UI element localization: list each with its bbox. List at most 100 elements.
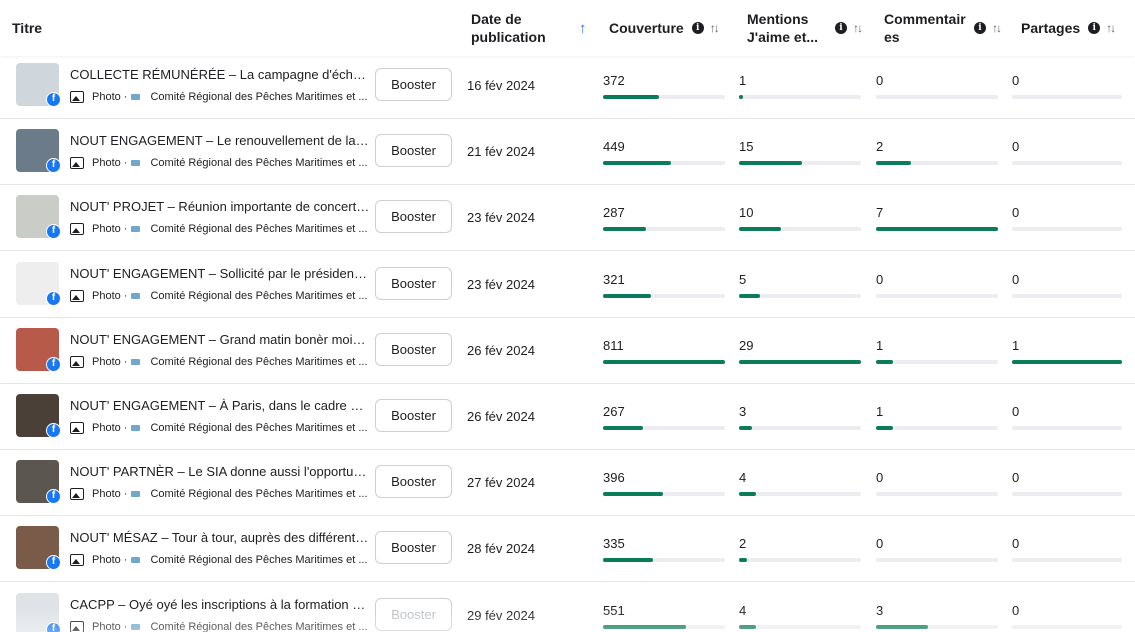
metric-reach-value: 335	[603, 536, 625, 552]
metric-likes: 10	[739, 205, 861, 232]
metric-shares-bar	[1012, 95, 1122, 99]
metric-reach-value: 449	[603, 139, 625, 155]
boost-button[interactable]: Booster	[375, 332, 452, 366]
column-comments-label: Commentaires	[884, 11, 966, 45]
metric-shares-bar	[1012, 492, 1122, 497]
boost-button[interactable]: Booster	[375, 134, 452, 168]
publication-date: 27 fév 2024	[467, 475, 535, 491]
boost-button[interactable]: Booster	[375, 266, 452, 300]
info-icon[interactable]: i	[691, 22, 704, 34]
boost-button[interactable]: Booster	[375, 465, 452, 499]
info-icon[interactable]: i	[974, 22, 986, 34]
metric-reach-bar-fill	[603, 95, 659, 99]
boost-button[interactable]: Booster	[375, 597, 452, 631]
metric-likes-bar	[739, 95, 861, 99]
metric-likes-bar-fill	[739, 426, 752, 430]
sort-icon[interactable]: ↑↓	[710, 21, 720, 35]
post-title[interactable]: NOUT' PARTNÈR – Le SIA donne aussi l'opp…	[70, 464, 370, 479]
metric-reach-bar	[603, 293, 725, 298]
metric-reach-bar	[603, 492, 725, 497]
metric-shares-value: 0	[1012, 73, 1020, 88]
column-comments[interactable]: Commentaires i ↑↓	[884, 0, 1009, 56]
page-icon	[131, 557, 141, 564]
page-icon	[131, 425, 141, 431]
post-type: Photo ·	[92, 223, 128, 236]
sort-icon[interactable]: ↑↓	[992, 21, 1002, 35]
page-name: Comité Régional des Pêches Maritimes et …	[150, 289, 368, 302]
table-row[interactable]: f NOUT' PARTNÈR – Le SIA donne aussi l'op…	[0, 450, 1135, 517]
column-title[interactable]: Titre	[12, 0, 42, 56]
metric-comments-bar	[876, 293, 998, 298]
post-title[interactable]: COLLECTE RÉMUNÉRÉE – La campagne d'échan…	[70, 67, 370, 82]
metric-shares-bar	[1012, 624, 1122, 629]
boost-button[interactable]: Booster	[375, 531, 452, 565]
sort-ascending-icon[interactable]: ↑	[579, 20, 586, 37]
metric-reach: 321	[603, 272, 725, 298]
table-row[interactable]: f NOUT ENGAGEMENT – Le renouvellement de …	[0, 119, 1135, 186]
table-row[interactable]: f CACPP – Oyé oyé les inscriptions à la f…	[0, 583, 1135, 632]
metric-comments: 0	[876, 536, 998, 563]
table-row[interactable]: f NOUT' ENGAGEMENT – Grand matin bonèr mo…	[0, 318, 1135, 384]
boost-button[interactable]: Booster	[375, 68, 452, 101]
metric-shares-bar	[1012, 161, 1122, 166]
sort-icon[interactable]: ↑↓	[853, 21, 863, 35]
sort-icon[interactable]: ↑↓	[1106, 21, 1116, 35]
page-icon	[131, 491, 141, 498]
info-icon[interactable]: i	[835, 22, 847, 34]
facebook-icon: f	[46, 356, 61, 372]
metric-comments-bar-fill	[876, 426, 894, 430]
post-title[interactable]: NOUT' ENGAGEMENT – À Paris, dans le cadr…	[70, 398, 370, 413]
post-title[interactable]: NOUT' ENGAGEMENT – Sollicité par le prés…	[70, 266, 370, 281]
boost-button[interactable]: Booster	[375, 399, 452, 432]
column-likes[interactable]: Mentions J'aime et... i ↑↓	[747, 0, 872, 56]
post-type: Photo ·	[92, 289, 128, 302]
column-shares[interactable]: Partages i ↑↓	[1021, 0, 1116, 56]
photo-icon	[70, 355, 84, 368]
info-icon[interactable]: i	[1088, 22, 1101, 34]
post-title[interactable]: NOUT' PROJET – Réunion importante de con…	[70, 199, 370, 214]
metric-shares-bar	[1012, 293, 1122, 298]
metric-shares-value: 0	[1012, 271, 1020, 287]
post-meta: Photo · Comité Régional des Pêches Mariti…	[70, 89, 370, 105]
post-title[interactable]: NOUT' ENGAGEMENT – Grand matin bonèr moi…	[70, 332, 370, 347]
post-title[interactable]: NOUT' MÉSAZ – Tour à tour, auprès des di…	[70, 530, 370, 545]
metric-comments-value: 0	[876, 271, 884, 287]
metric-reach-value: 267	[603, 404, 625, 419]
facebook-icon: f	[46, 158, 61, 174]
metric-reach-value: 321	[603, 271, 625, 287]
page-name: Comité Régional des Pêches Maritimes et …	[150, 422, 368, 434]
metric-likes-value: 15	[739, 139, 754, 155]
table-row[interactable]: f NOUT' ENGAGEMENT – Sollicité par le pré…	[0, 252, 1135, 318]
table-row[interactable]: f NOUT' PROJET – Réunion importante de co…	[0, 185, 1135, 252]
metric-likes: 3	[739, 404, 861, 430]
column-shares-label: Partages	[1021, 20, 1081, 36]
metric-likes-bar	[739, 359, 861, 364]
table-row[interactable]: f NOUT' ENGAGEMENT – À Paris, dans le cad…	[0, 384, 1135, 450]
column-date[interactable]: Date de publication ↑	[471, 0, 601, 56]
metric-comments: 1	[876, 404, 998, 430]
metric-likes-bar-fill	[739, 95, 744, 99]
post-title[interactable]: CACPP – Oyé oyé les inscriptions à la fo…	[70, 597, 370, 612]
column-reach[interactable]: Couverture i ↑↓	[609, 0, 720, 56]
table-row[interactable]: f COLLECTE RÉMUNÉRÉE – La campagne d'écha…	[0, 53, 1135, 119]
metric-reach-bar-fill	[603, 161, 671, 166]
post-type: Photo ·	[92, 91, 128, 103]
post-meta: Photo · Comité Régional des Pêches Mariti…	[70, 221, 370, 237]
metric-reach: 267	[603, 404, 725, 430]
metric-likes-bar-fill	[739, 359, 861, 364]
metric-shares: 0	[1012, 536, 1122, 563]
post-title[interactable]: NOUT ENGAGEMENT – Le renouvellement de l…	[70, 133, 370, 148]
facebook-icon: f	[46, 92, 61, 107]
column-likes-label: Mentions J'aime et...	[747, 11, 819, 45]
metric-shares-bar	[1012, 558, 1122, 563]
metric-likes-bar-fill	[739, 624, 756, 629]
metric-comments: 7	[876, 205, 998, 232]
post-meta: Photo · Comité Régional des Pêches Mariti…	[70, 619, 370, 632]
page-icon	[131, 623, 141, 630]
metric-comments-bar	[876, 227, 998, 232]
boost-button[interactable]: Booster	[375, 200, 452, 234]
metric-comments-bar	[876, 624, 998, 629]
metric-likes-value: 4	[739, 602, 747, 618]
metric-reach-bar	[603, 161, 725, 166]
table-row[interactable]: f NOUT' MÉSAZ – Tour à tour, auprès des d…	[0, 516, 1135, 583]
